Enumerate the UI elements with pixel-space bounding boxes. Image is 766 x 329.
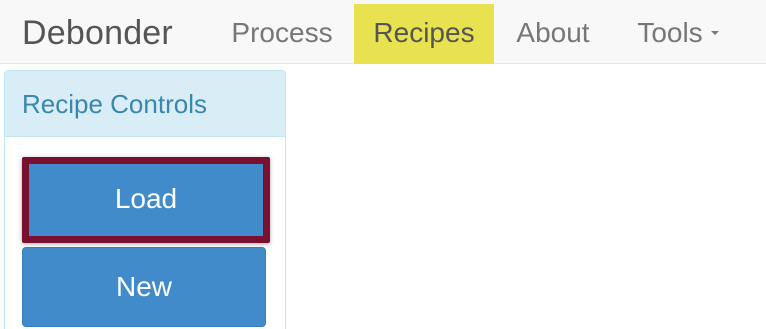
new-button[interactable]: New (22, 247, 266, 327)
nav-recipes[interactable]: Recipes (354, 4, 494, 64)
nav-about[interactable]: About (500, 4, 606, 64)
load-button[interactable]: Load (22, 157, 270, 243)
caret-down-icon (710, 30, 719, 35)
nav-tools-dropdown[interactable]: Tools (620, 4, 736, 64)
recipe-controls-panel: Recipe Controls Load New (4, 70, 286, 329)
panel-title: Recipe Controls (22, 89, 207, 119)
top-navbar: Debonder Process Recipes About Tools (0, 0, 766, 64)
panel-heading: Recipe Controls (5, 71, 285, 137)
nav-process[interactable]: Process (216, 4, 348, 64)
brand-name[interactable]: Debonder (22, 13, 173, 53)
nav-tools-label: Tools (637, 17, 703, 48)
